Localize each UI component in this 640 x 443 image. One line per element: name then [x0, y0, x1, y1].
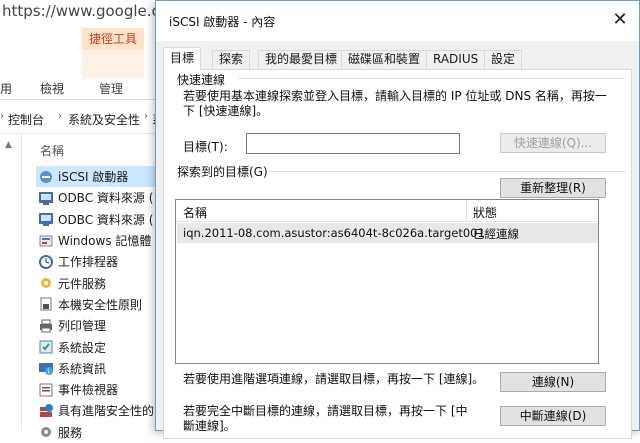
- event-viewer-icon: [38, 382, 54, 398]
- tab-discovery[interactable]: 探索: [212, 50, 251, 69]
- quick-connect-description-line1: 若要使用基本連線探索並登入目標，請輸入目標的 IP 位址或 DNS 名稱，再按一: [183, 89, 607, 103]
- list-item-label: 列印管理: [58, 319, 107, 334]
- chevron-right-icon[interactable]: ›: [144, 111, 148, 122]
- target-status-cell: 已經連線: [473, 227, 519, 241]
- target-name-cell: iqn.2011-08.com.asustor:as6404t-8c026a.t…: [183, 226, 485, 240]
- ribbon-tab-view[interactable]: 檢視: [40, 80, 64, 97]
- ribbon-tab-use[interactable]: 用: [0, 80, 12, 97]
- list-item-label: ODBC 資料來源 (: [58, 191, 154, 206]
- iscsi-icon: [38, 169, 54, 185]
- list-item-label: 事件檢視器: [58, 383, 119, 398]
- iscsi-properties-dialog: iSCSI 啟動器 - 內容 ✕ 目標 探索 我的最愛目標 磁碟區和裝置 RAD…: [155, 0, 640, 439]
- tab-radius[interactable]: RADIUS: [426, 50, 486, 69]
- svg-text:i: i: [48, 368, 50, 376]
- ribbon-contextual-band: [82, 50, 144, 78]
- list-item-label: iSCSI 啟動器: [58, 170, 129, 185]
- list-item[interactable]: ODBC 資料來源 (: [38, 187, 158, 208]
- column-divider[interactable]: [466, 200, 467, 222]
- list-item[interactable]: iSCSI 啟動器: [36, 166, 158, 188]
- refresh-button[interactable]: 重新整理(R): [500, 178, 606, 198]
- list-item-label: 工作排程器: [58, 255, 119, 270]
- address-text: https://www.google.c: [2, 2, 160, 20]
- security-policy-icon: [38, 296, 54, 312]
- column-header-status[interactable]: 狀態: [473, 204, 497, 221]
- breadcrumb-system-security[interactable]: 系統及安全性: [68, 111, 140, 128]
- quick-connect-button[interactable]: 快速連線(Q)...: [500, 133, 606, 153]
- list-item[interactable]: 事件檢視器: [38, 379, 158, 400]
- list-item[interactable]: 元件服務: [38, 272, 158, 293]
- memory-icon: [38, 233, 54, 249]
- system-config-icon: [38, 339, 54, 355]
- ribbon-tab-manage[interactable]: 管理: [99, 80, 123, 97]
- list-header: 名稱 狀態: [176, 200, 598, 222]
- list-item[interactable]: Windows 記憶體: [38, 230, 158, 251]
- disconnect-description-line1: 若要完全中斷目標的連線，請選取目標，再按一下 [中: [183, 404, 468, 418]
- close-icon[interactable]: ✕: [609, 9, 631, 31]
- quick-connect-group-label: 快速連線: [176, 71, 227, 88]
- scheduler-icon: [38, 254, 54, 270]
- component-services-icon: [38, 275, 54, 291]
- list-item[interactable]: 本機安全性原則: [38, 294, 158, 315]
- list-item[interactable]: 服務: [38, 422, 158, 443]
- scroll-up-icon[interactable]: ▲: [5, 140, 12, 150]
- dialog-titlebar[interactable]: iSCSI 啟動器 - 內容 ✕: [156, 1, 639, 41]
- list-item-label: 服務: [58, 425, 83, 440]
- tab-targets[interactable]: 目標: [163, 47, 202, 70]
- breadcrumb-control-panel[interactable]: 控制台: [8, 111, 44, 128]
- list-item[interactable]: 列印管理: [38, 315, 158, 336]
- column-header-name[interactable]: 名稱: [40, 142, 64, 159]
- chevron-right-icon[interactable]: ›: [58, 111, 62, 122]
- list-item[interactable]: i 系統資訊: [38, 358, 158, 379]
- list-item-label: 系統設定: [58, 340, 107, 355]
- list-item[interactable]: 系統設定: [38, 336, 158, 357]
- list-item-label: ODBC 資料來源 (: [58, 212, 154, 227]
- system-info-icon: i: [38, 360, 54, 376]
- odbc-icon: [38, 190, 54, 206]
- tab-favorite-targets[interactable]: 我的最愛目標: [258, 50, 345, 69]
- quick-connect-description-line2: 下 [快速連線]。: [183, 104, 269, 118]
- discovered-targets-list[interactable]: 名稱 狀態 iqn.2011-08.com.asustor:as6404t-8c…: [175, 199, 599, 364]
- file-list: iSCSI 啟動器 ODBC 資料來源 ( ODBC 資料來源 ( Window…: [36, 166, 158, 443]
- target-input[interactable]: [246, 133, 460, 154]
- list-item-label: 系統資訊: [58, 361, 107, 376]
- odbc-icon: [38, 211, 54, 227]
- firewall-icon: [38, 403, 54, 419]
- group-divider: [238, 78, 626, 79]
- table-row[interactable]: iqn.2011-08.com.asustor:as6404t-8c026a.t…: [177, 223, 598, 243]
- dialog-title: iSCSI 啟動器 - 內容: [169, 15, 276, 29]
- list-item-label: Windows 記憶體: [58, 234, 152, 249]
- ribbon-contextual-label[interactable]: 捷徑工具: [82, 28, 144, 50]
- disconnect-button[interactable]: 中斷連線(D): [500, 406, 606, 426]
- list-item-label: 具有進階安全性的: [58, 404, 155, 419]
- group-divider: [269, 171, 626, 172]
- services-icon: [38, 424, 54, 440]
- connect-button[interactable]: 連線(N): [500, 372, 606, 392]
- navigation-pane[interactable]: ▲: [0, 134, 22, 431]
- chevron-right-icon: ›: [0, 111, 4, 122]
- target-field-label: 目標(T):: [183, 140, 228, 154]
- disconnect-description-line2: 斷連線]。: [183, 419, 236, 433]
- print-icon: [38, 318, 54, 334]
- list-item-label: 本機安全性原則: [58, 297, 143, 312]
- column-header-name[interactable]: 名稱: [183, 204, 207, 221]
- tab-volumes-devices[interactable]: 磁碟區和裝置: [341, 50, 428, 69]
- list-item[interactable]: 工作排程器: [38, 251, 158, 272]
- discovered-targets-group-label: 探索到的目標(G): [176, 163, 269, 180]
- list-item[interactable]: 具有進階安全性的: [38, 400, 158, 421]
- connect-description: 若要使用進階選項連線，請選取目標，再按一下 [連線]。: [183, 372, 485, 386]
- list-item[interactable]: ODBC 資料來源 (: [38, 209, 158, 230]
- list-item-label: 元件服務: [58, 276, 107, 291]
- tab-configuration[interactable]: 設定: [484, 50, 523, 69]
